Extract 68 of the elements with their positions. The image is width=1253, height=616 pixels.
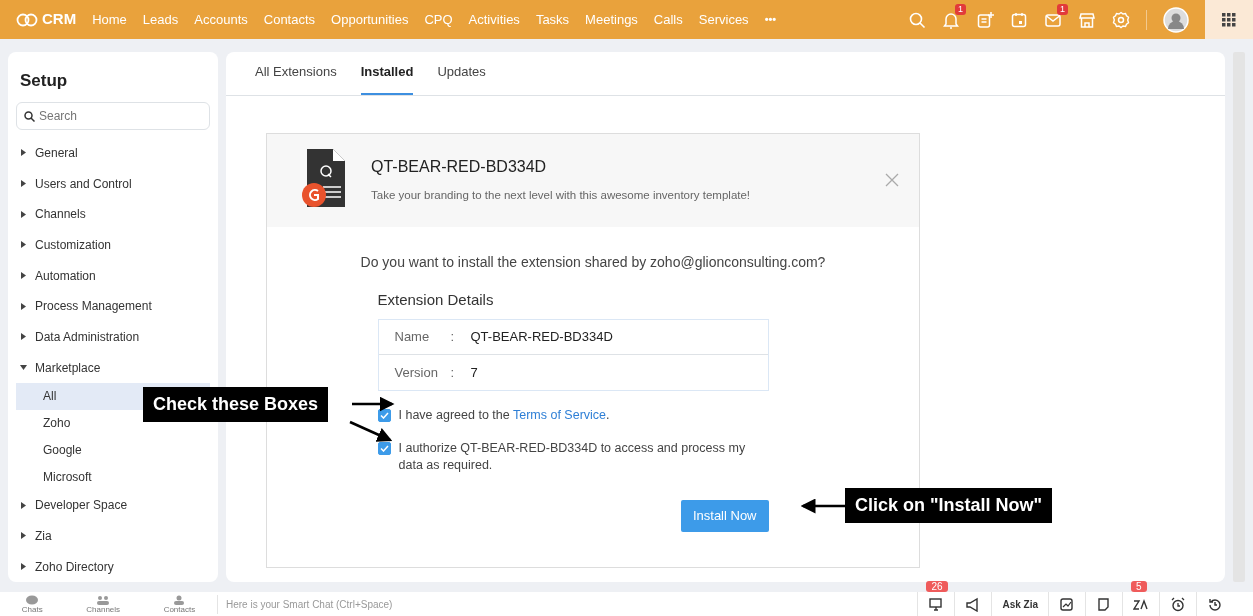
sidebar-item[interactable]: Data Administration (16, 321, 210, 353)
checkbox[interactable] (377, 442, 391, 455)
detail-separator: : (450, 363, 456, 382)
caret-right-icon[interactable] (20, 149, 27, 157)
caret-right-icon[interactable] (20, 532, 27, 540)
sidebar-item[interactable]: Zoho Directory (16, 551, 210, 582)
sidebar-item[interactable]: Developer Space (16, 489, 210, 521)
bottom-tab-label[interactable]: Chats (21, 604, 43, 614)
tab[interactable]: Installed (360, 52, 414, 95)
notification-badge: 1 (955, 3, 966, 15)
terms-link[interactable]: Terms of Service (512, 408, 607, 422)
checkbox[interactable] (377, 409, 391, 422)
caret-right-icon[interactable] (20, 302, 27, 310)
sidebar-item[interactable]: Zia (16, 520, 210, 552)
alarm-clock-icon[interactable] (1170, 596, 1186, 612)
bottom-tab-label[interactable]: Channels (86, 604, 121, 614)
caret-right-icon[interactable] (20, 241, 27, 249)
chart-icon[interactable] (1059, 596, 1075, 612)
checkmark-icon (379, 445, 389, 452)
sidebar-title: Setup (19, 70, 69, 92)
sidebar-item[interactable]: Customization (16, 229, 210, 261)
detail-label: Name (394, 328, 431, 347)
callout-tooltip: Check these Boxes (143, 387, 329, 422)
people-icon[interactable] (96, 594, 111, 605)
consent-text: I have agreed to the Terms of Service. (398, 407, 610, 424)
bottom-tab-label[interactable]: Contacts (163, 604, 196, 614)
note-icon[interactable] (1096, 596, 1112, 612)
install-question: Do you want to install the extension shared by zoho@glionconsulting.com? (360, 252, 826, 272)
extension-description: Take your branding to the next level with this awesome inventory template! (371, 188, 752, 204)
caret-right-icon[interactable] (20, 210, 27, 218)
caret-right-icon[interactable] (20, 272, 27, 280)
caret-right-icon[interactable] (20, 501, 27, 509)
sidebar-subitem[interactable]: Microsoft (16, 463, 210, 490)
chat-bubble-icon[interactable] (25, 594, 40, 605)
caret-down-icon[interactable] (20, 364, 27, 372)
details-heading: Extension Details (377, 289, 495, 310)
bell-icon[interactable] (942, 10, 960, 29)
caret-right-icon[interactable] (20, 333, 27, 341)
sidebar-item[interactable]: Automation (16, 260, 210, 291)
monitor-icon[interactable] (928, 596, 945, 612)
detail-value: 7 (470, 363, 478, 382)
history-icon[interactable] (1207, 596, 1223, 612)
sidebar-item[interactable]: General (16, 137, 210, 169)
caret-right-icon[interactable] (20, 563, 27, 571)
sidebar-item[interactable]: Process Management (16, 290, 210, 322)
count-badge: 5 (1131, 581, 1147, 592)
checkmark-icon (379, 412, 389, 419)
tab[interactable]: Updates (437, 52, 486, 95)
extension-title: QT-BEAR-RED-BD334D (371, 157, 548, 178)
sidebar-subitem[interactable]: Google (16, 436, 210, 464)
search-icon (24, 110, 35, 122)
ask-zia-button[interactable]: Ask Zia (1002, 596, 1038, 612)
tab[interactable]: All Extensions (255, 52, 337, 95)
sidebar-item[interactable]: Users and Control (16, 168, 210, 199)
detail-label: Version (394, 363, 439, 382)
person-icon[interactable] (172, 594, 187, 605)
avatar-icon[interactable] (1163, 6, 1189, 33)
detail-value: QT-BEAR-RED-BD334D (470, 328, 613, 347)
sidebar-item[interactable]: Channels (16, 198, 210, 230)
notification-badge: 1 (1057, 3, 1068, 15)
sidebar-item[interactable]: Marketplace (16, 352, 210, 383)
consent-text: I authorize QT-BEAR-RED-BD334D to access and process my data as required. (398, 440, 747, 474)
callout-tooltip: Click on "Install Now" (845, 488, 1053, 523)
apps-grid-icon[interactable] (1222, 12, 1236, 27)
caret-right-icon[interactable] (20, 180, 27, 188)
search-field[interactable]: Search (16, 101, 210, 130)
count-badge: 26 (926, 581, 948, 592)
detail-separator: : (450, 328, 456, 347)
